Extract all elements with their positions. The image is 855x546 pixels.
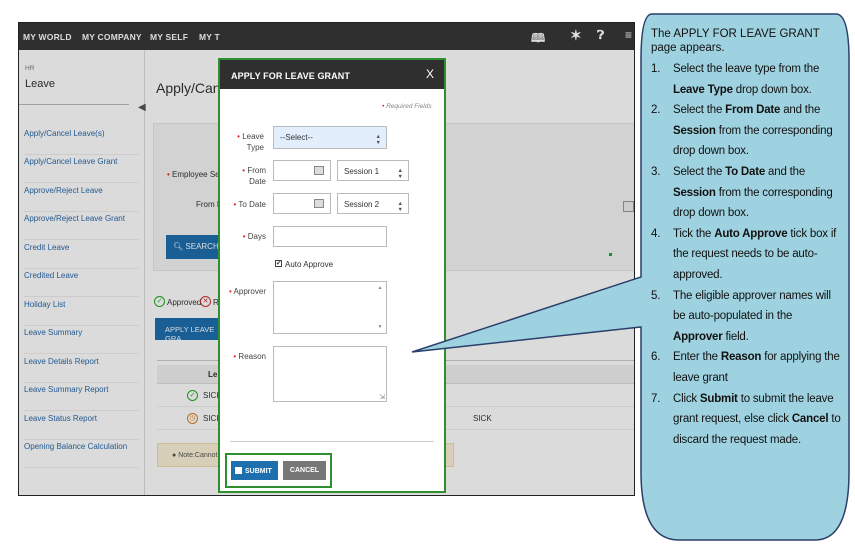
step-keyword: Reason [720, 351, 762, 364]
step-number: 7. [651, 392, 661, 405]
instruction-step: 5. The eligible approver names will be au… [651, 286, 841, 348]
step-number: 2. [651, 104, 661, 117]
callout-intro: The APPLY FOR LEAVE GRANT page appears. [651, 28, 820, 54]
step-text: and the [780, 104, 821, 117]
step-number: 6. [651, 351, 661, 364]
step-text: Enter the [673, 351, 721, 364]
step-number: 5. [651, 289, 661, 302]
instruction-step: 3. Select the To Date and the Session fro… [651, 162, 841, 224]
step-number: 3. [651, 165, 661, 178]
step-text: Select the [673, 165, 726, 178]
step-text: field. [722, 330, 749, 343]
step-keyword: Approver [673, 330, 723, 343]
step-number: 1. [651, 63, 661, 75]
step-text: Select the [673, 104, 726, 117]
callout-text: The APPLY FOR LEAVE GRANT page appears. … [651, 27, 841, 450]
instruction-step: 4. Tick the Auto Approve tick box if the … [651, 224, 841, 286]
step-keyword: Submit [699, 392, 738, 405]
instruction-step: 6. Enter the Reason for applying the leav… [651, 347, 841, 388]
step-keyword: From Date [725, 104, 781, 117]
step-keyword: Leave Type [673, 83, 733, 96]
instruction-step: 1. Select the leave type from the Leave T… [651, 59, 841, 100]
instruction-step: 7. Click Submit to submit the leave grant… [651, 389, 841, 451]
step-keyword: Auto Approve [714, 227, 788, 240]
instruction-step: 2. Select the From Date and the Session f… [651, 100, 841, 162]
step-keyword: Cancel [791, 413, 829, 426]
step-keyword: To Date [725, 165, 766, 178]
step-text: The eligible approver names will be auto… [673, 289, 831, 323]
step-number: 4. [651, 227, 661, 240]
step-text: Click [673, 392, 700, 405]
step-text: and the [765, 165, 806, 178]
step-keyword: Session [673, 124, 716, 137]
step-text: Tick the [673, 227, 715, 240]
step-text: drop down box. [732, 83, 812, 96]
step-text: Select the leave type from the [673, 63, 820, 75]
instruction-steps: 1. Select the leave type from the Leave T… [651, 59, 841, 450]
step-keyword: Session [673, 186, 716, 199]
